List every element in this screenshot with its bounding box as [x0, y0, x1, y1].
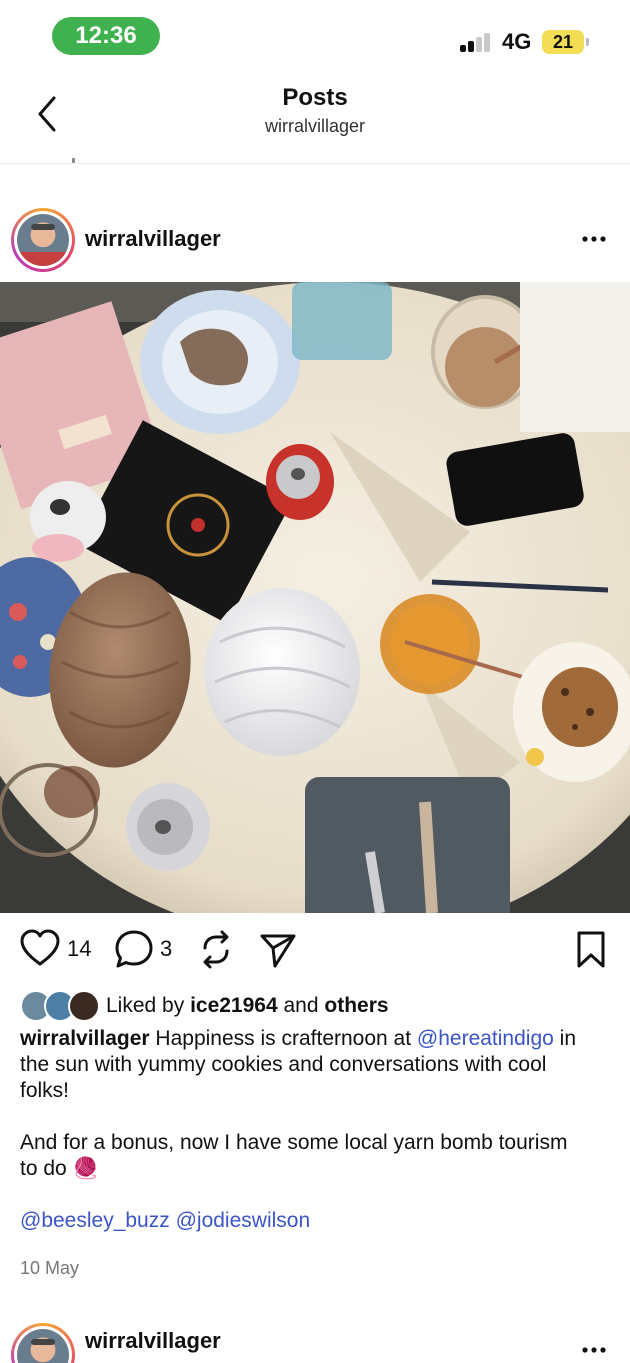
more-options-button[interactable] — [578, 223, 610, 255]
status-time[interactable]: 12:36 — [52, 17, 160, 55]
liked-by-prefix: Liked by — [106, 994, 185, 1017]
more-options-button[interactable] — [578, 1334, 610, 1363]
page-subtitle: wirralvillager — [264, 116, 366, 136]
page-title: Posts — [282, 84, 348, 111]
crafternoon-table-photo — [0, 282, 630, 913]
post-username[interactable]: wirralvillager — [85, 226, 221, 252]
avatar[interactable] — [11, 1323, 75, 1363]
comment-icon — [115, 930, 153, 968]
more-dots-icon — [582, 236, 606, 242]
battery-icon: 21 — [542, 30, 584, 54]
avatar[interactable] — [11, 208, 75, 272]
more-dots-icon — [582, 1347, 606, 1353]
liked-by-row[interactable]: Liked by ice21964 and others — [20, 990, 620, 1024]
bookmark-icon — [577, 931, 605, 968]
liked-by-text: Liked by ice21964 and others — [106, 994, 389, 1018]
yarn-emoji: 🧶 — [72, 1157, 99, 1180]
liked-by-others[interactable]: others — [324, 994, 388, 1017]
share-icon — [260, 934, 296, 968]
post-header: wirralvillager — [0, 205, 630, 277]
battery-tip — [586, 38, 589, 46]
post-photo[interactable] — [0, 282, 630, 913]
liker-avatar — [68, 990, 100, 1022]
caption-mention[interactable]: @beesley_buzz — [20, 1209, 170, 1232]
post-caption: wirralvillager Happiness is crafternoon … — [20, 1026, 580, 1234]
nav-bar: Posts wirralvillager — [0, 74, 630, 164]
previous-post-fragment — [30, 158, 90, 164]
post-username[interactable]: wirralvillager — [85, 1328, 221, 1354]
caption-mention[interactable]: @jodieswilson — [176, 1209, 311, 1232]
repost-icon — [203, 930, 229, 969]
post-actions: 14 3 — [0, 928, 630, 976]
liked-by-user[interactable]: ice21964 — [190, 994, 278, 1017]
signal-icon — [460, 32, 494, 52]
network-label: 4G — [502, 29, 532, 54]
heart-icon — [20, 929, 60, 966]
caption-text: And for a bonus, now I have some local y… — [20, 1131, 568, 1180]
next-post-header: wirralvillager — [0, 1320, 630, 1363]
repost-button[interactable] — [196, 928, 236, 972]
comments-count[interactable]: 3 — [160, 936, 172, 962]
status-bar: 12:36 4G 21 — [0, 0, 630, 70]
bookmark-button[interactable] — [574, 928, 608, 972]
likes-count[interactable]: 14 — [67, 936, 91, 962]
caption-text: Happiness is crafternoon at — [155, 1027, 412, 1050]
share-button[interactable] — [258, 928, 298, 972]
post-date: 10 May — [20, 1258, 80, 1278]
caption-username[interactable]: wirralvillager — [20, 1027, 150, 1050]
like-button[interactable] — [20, 928, 60, 972]
comment-button[interactable] — [114, 928, 154, 972]
liked-by-and: and — [283, 994, 319, 1017]
caption-mention[interactable]: @hereatindigo — [417, 1027, 554, 1050]
